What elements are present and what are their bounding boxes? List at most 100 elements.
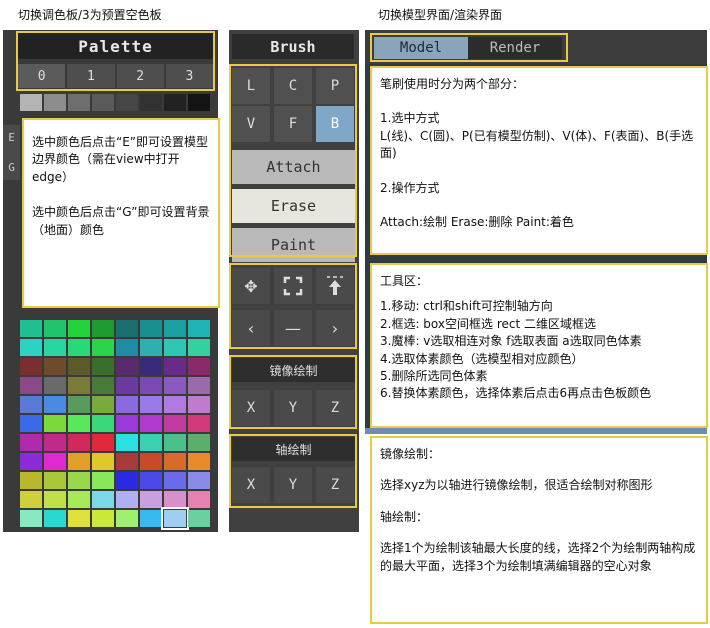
shape-circle-button[interactable]: C <box>274 68 312 104</box>
color-swatch[interactable] <box>164 434 186 451</box>
color-swatch[interactable] <box>20 377 42 394</box>
color-swatch[interactable] <box>44 358 66 375</box>
color-swatch[interactable] <box>20 491 42 508</box>
color-swatch[interactable] <box>68 396 90 413</box>
color-swatch[interactable] <box>188 491 210 508</box>
color-swatch[interactable] <box>44 415 66 432</box>
mirror-z-button[interactable]: Z <box>316 390 354 426</box>
gray-swatch[interactable] <box>92 94 114 111</box>
color-swatch[interactable] <box>68 491 90 508</box>
color-swatch[interactable] <box>92 472 114 489</box>
color-swatch[interactable] <box>92 415 114 432</box>
palette-tab-0[interactable]: 0 <box>18 64 66 88</box>
color-swatch[interactable] <box>20 510 42 527</box>
color-swatch[interactable] <box>20 434 42 451</box>
color-swatch[interactable] <box>140 339 162 356</box>
color-swatch[interactable] <box>140 415 162 432</box>
gray-swatch[interactable] <box>20 94 42 111</box>
color-swatch[interactable] <box>92 510 114 527</box>
color-swatch[interactable] <box>164 491 186 508</box>
color-swatch[interactable] <box>116 358 138 375</box>
palette-tab-3[interactable]: 3 <box>165 64 213 88</box>
shape-box-button[interactable]: B <box>316 106 354 142</box>
next-button[interactable]: › <box>316 310 354 346</box>
color-swatch[interactable] <box>188 377 210 394</box>
color-swatch[interactable] <box>161 507 189 530</box>
color-swatch[interactable] <box>44 320 66 337</box>
color-swatch[interactable] <box>188 358 210 375</box>
color-swatch[interactable] <box>116 510 138 527</box>
mirror-x-button[interactable]: X <box>232 390 270 426</box>
color-swatch[interactable] <box>44 510 66 527</box>
color-swatch[interactable] <box>140 377 162 394</box>
color-swatch[interactable] <box>164 358 186 375</box>
color-swatch[interactable] <box>116 453 138 470</box>
gray-swatch[interactable] <box>188 94 210 111</box>
color-swatch[interactable] <box>164 320 186 337</box>
palette-tab-2[interactable]: 2 <box>116 64 164 88</box>
color-swatch[interactable] <box>20 415 42 432</box>
color-swatch[interactable] <box>44 472 66 489</box>
color-swatch[interactable] <box>92 396 114 413</box>
color-swatch[interactable] <box>188 453 210 470</box>
gray-swatch[interactable] <box>140 94 162 111</box>
color-swatch[interactable] <box>44 377 66 394</box>
color-swatch[interactable] <box>92 320 114 337</box>
color-swatch[interactable] <box>68 510 90 527</box>
color-swatch[interactable] <box>116 320 138 337</box>
color-swatch[interactable] <box>20 453 42 470</box>
color-swatch[interactable] <box>116 377 138 394</box>
color-swatch[interactable] <box>20 320 42 337</box>
color-swatch[interactable] <box>140 396 162 413</box>
color-swatch[interactable] <box>116 472 138 489</box>
color-swatch[interactable] <box>44 434 66 451</box>
color-swatch[interactable] <box>68 415 90 432</box>
color-swatch[interactable] <box>164 377 186 394</box>
color-swatch[interactable] <box>20 472 42 489</box>
color-swatch[interactable] <box>140 472 162 489</box>
magic-wand-tool-button[interactable] <box>316 268 354 304</box>
color-swatch[interactable] <box>92 453 114 470</box>
ground-color-button[interactable]: G <box>3 157 20 177</box>
color-swatch[interactable] <box>92 358 114 375</box>
color-swatch[interactable] <box>20 339 42 356</box>
color-swatch[interactable] <box>68 358 90 375</box>
shape-pattern-button[interactable]: P <box>316 68 354 104</box>
gray-swatch[interactable] <box>164 94 186 111</box>
color-swatch[interactable] <box>116 415 138 432</box>
color-swatch[interactable] <box>140 491 162 508</box>
color-swatch[interactable] <box>92 491 114 508</box>
color-swatch[interactable] <box>164 453 186 470</box>
erase-button[interactable]: Erase <box>232 189 355 223</box>
mirror-y-button[interactable]: Y <box>274 390 312 426</box>
color-swatch[interactable] <box>92 434 114 451</box>
color-swatch[interactable] <box>44 491 66 508</box>
color-swatch[interactable] <box>116 434 138 451</box>
color-swatch[interactable] <box>44 339 66 356</box>
color-swatch[interactable] <box>116 339 138 356</box>
color-swatch[interactable] <box>188 415 210 432</box>
color-swatch[interactable] <box>140 434 162 451</box>
color-swatch[interactable] <box>188 320 210 337</box>
color-swatch[interactable] <box>68 472 90 489</box>
color-swatch[interactable] <box>140 510 162 527</box>
color-swatch[interactable] <box>164 396 186 413</box>
color-swatch[interactable] <box>68 377 90 394</box>
color-swatch[interactable] <box>68 339 90 356</box>
color-swatch[interactable] <box>188 472 210 489</box>
paint-button[interactable]: Paint <box>232 228 355 262</box>
tab-model[interactable]: Model <box>374 37 468 59</box>
attach-button[interactable]: Attach <box>232 150 355 184</box>
color-swatch[interactable] <box>164 415 186 432</box>
palette-tab-1[interactable]: 1 <box>67 64 115 88</box>
color-swatch[interactable] <box>188 510 210 527</box>
gray-swatch[interactable] <box>68 94 90 111</box>
color-swatch[interactable] <box>20 358 42 375</box>
color-swatch[interactable] <box>44 396 66 413</box>
color-swatch[interactable] <box>92 377 114 394</box>
color-swatch[interactable] <box>44 453 66 470</box>
delete-color-button[interactable]: — <box>274 310 312 346</box>
move-tool-button[interactable]: ✥ <box>232 268 270 304</box>
axis-y-button[interactable]: Y <box>274 467 312 503</box>
color-swatch[interactable] <box>68 434 90 451</box>
